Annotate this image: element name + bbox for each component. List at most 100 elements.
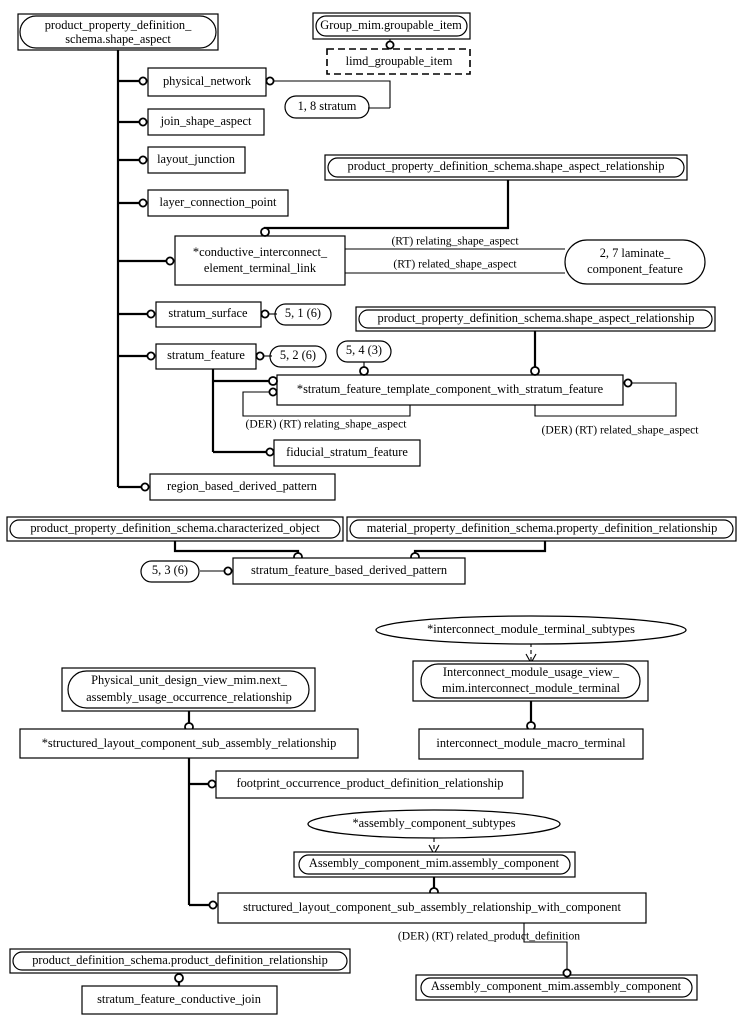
node-layout-junction[interactable]: layout_junction	[147, 146, 246, 174]
relationship-circle	[255, 351, 265, 361]
node-label: physical_network	[163, 74, 252, 88]
node-property-definition-relationship[interactable]: material_property_definition_schema.prop…	[346, 516, 737, 542]
edge-label-relating-shape-aspect: (RT) relating_shape_aspect	[391, 235, 519, 248]
node-label: region_based_derived_pattern	[167, 479, 317, 493]
diagram-svg: product_property_definition_ schema.shap…	[6, 12, 737, 1015]
node-label: 2, 7 laminate_	[600, 246, 671, 260]
node-characterized-object[interactable]: product_property_definition_schema.chara…	[6, 516, 344, 542]
relationship-circle	[207, 779, 217, 789]
node-label: interconnect_module_macro_terminal	[436, 736, 626, 750]
node-label: *assembly_component_subtypes	[352, 816, 515, 830]
node-limd-groupable-item[interactable]: limd_groupable_item	[326, 48, 471, 75]
node-label: Assembly_component_mim.assembly_componen…	[431, 979, 682, 993]
node-label: product_property_definition_schema.shape…	[348, 159, 665, 173]
node-label: product_property_definition_schema.shape…	[378, 311, 695, 325]
node-region-based-derived-pattern[interactable]: region_based_derived_pattern	[149, 473, 336, 501]
express-g-diagram-canvas: product_property_definition_ schema.shap…	[0, 0, 743, 1025]
node-stratum-feature[interactable]: stratum_feature	[155, 343, 257, 370]
node-label: layout_junction	[157, 152, 235, 166]
node-label: 5, 4 (3)	[346, 343, 382, 357]
node-label: join_shape_aspect	[160, 114, 252, 128]
node-page-ref-5-2-6[interactable]: 5, 2 (6)	[269, 345, 327, 368]
node-label: product_property_definition_schema.chara…	[30, 521, 320, 535]
node-label: stratum_surface	[168, 306, 248, 320]
edge-label-related-shape-aspect: (RT) related_shape_aspect	[393, 258, 517, 271]
relationship-circle	[359, 366, 369, 376]
node-label: Group_mim.groupable_item	[320, 18, 462, 32]
relationship-circle	[146, 309, 156, 319]
relationship-circle	[530, 366, 540, 376]
node-interconnect-module-terminal-subtypes[interactable]: *interconnect_module_terminal_subtypes	[375, 615, 687, 645]
relationship-circle	[165, 256, 175, 266]
node-label: element_terminal_link	[204, 261, 317, 275]
node-product-definition-relationship[interactable]: product_definition_schema.product_defini…	[9, 948, 351, 974]
node-page-ref-5-3-6[interactable]: 5, 3 (6)	[140, 560, 200, 583]
node-stratum-feature-template-component-with-stratum-feature[interactable]: *stratum_feature_template_component_with…	[276, 374, 624, 406]
node-label: mim.interconnect_module_terminal	[442, 681, 620, 695]
node-label: limd_groupable_item	[346, 54, 453, 68]
node-label: stratum_feature	[167, 348, 245, 362]
node-label: Interconnect_module_usage_view_	[443, 665, 620, 679]
relationship-circle	[623, 378, 633, 388]
relationship-circle	[174, 973, 184, 983]
relationship-circle	[260, 309, 270, 319]
node-label: product_property_definition_	[45, 18, 192, 32]
node-physical-unit-next-assembly-usage[interactable]: Physical_unit_design_view_mim.next_ asse…	[61, 667, 316, 712]
node-label: 5, 3 (6)	[152, 563, 188, 577]
node-page-ref-5-1-6[interactable]: 5, 1 (6)	[274, 303, 332, 326]
relationship-circle	[138, 76, 148, 86]
node-page-ref-stratum[interactable]: 1, 8 stratum	[284, 95, 370, 119]
relationship-circle	[208, 900, 218, 910]
relationship-circle	[138, 198, 148, 208]
node-interconnect-module-macro-terminal[interactable]: interconnect_module_macro_terminal	[418, 728, 644, 760]
node-label: 1, 8 stratum	[298, 99, 357, 113]
node-physical-network[interactable]: physical_network	[147, 67, 267, 97]
node-join-shape-aspect[interactable]: join_shape_aspect	[147, 108, 265, 136]
node-structured-layout-component-sub-assembly-relationship-with-component[interactable]: structured_layout_component_sub_assembly…	[217, 892, 647, 924]
node-layer-connection-point[interactable]: layer_connection_point	[147, 189, 289, 217]
node-label: fiducial_stratum_feature	[286, 445, 408, 459]
node-conductive-interconnect-element-terminal-link[interactable]: *conductive_interconnect_ element_termin…	[174, 235, 346, 286]
node-stratum-feature-based-derived-pattern[interactable]: stratum_feature_based_derived_pattern	[232, 557, 466, 585]
node-footprint-occurrence-product-definition-relationship[interactable]: footprint_occurrence_product_definition_…	[215, 770, 524, 799]
node-shape-aspect[interactable]: product_property_definition_ schema.shap…	[17, 13, 219, 51]
relationship-circle	[385, 40, 395, 50]
relationship-circle	[268, 376, 278, 386]
node-label: *stratum_feature_template_component_with…	[297, 382, 604, 396]
node-assembly-component-mim-top[interactable]: Assembly_component_mim.assembly_componen…	[293, 851, 576, 878]
node-label: assembly_usage_occurrence_relationship	[86, 690, 292, 704]
edge-label-der-rt-related-product-definition: (DER) (RT) related_product_definition	[398, 930, 580, 943]
node-label: Assembly_component_mim.assembly_componen…	[309, 856, 560, 870]
node-stratum-feature-conductive-join[interactable]: stratum_feature_conductive_join	[81, 985, 278, 1015]
node-interconnect-module-usage-view-terminal[interactable]: Interconnect_module_usage_view_ mim.inte…	[412, 660, 649, 702]
node-label: 5, 2 (6)	[280, 348, 316, 362]
node-label: material_property_definition_schema.prop…	[367, 521, 718, 535]
relationship-circle	[138, 155, 148, 165]
node-stratum-surface[interactable]: stratum_surface	[155, 301, 262, 328]
relationship-circle	[260, 227, 270, 237]
relationship-circle	[265, 76, 275, 86]
node-label: structured_layout_component_sub_assembly…	[243, 900, 621, 914]
edge-label-der-rt-relating-shape-aspect: (DER) (RT) relating_shape_aspect	[246, 418, 408, 431]
node-page-ref-laminate-component-feature[interactable]: 2, 7 laminate_ component_feature	[564, 239, 706, 285]
node-label: stratum_feature_conductive_join	[97, 992, 261, 1006]
node-label: Physical_unit_design_view_mim.next_	[91, 673, 288, 687]
node-fiducial-stratum-feature[interactable]: fiducial_stratum_feature	[273, 439, 421, 467]
node-assembly-component-subtypes[interactable]: *assembly_component_subtypes	[307, 809, 561, 839]
node-label: component_feature	[587, 262, 683, 276]
node-shape-aspect-relationship-lower[interactable]: product_property_definition_schema.shape…	[355, 306, 716, 332]
node-label: footprint_occurrence_product_definition_…	[236, 776, 503, 790]
node-label: schema.shape_aspect	[65, 32, 171, 46]
node-label: *conductive_interconnect_	[193, 245, 328, 259]
relationship-circle	[265, 447, 275, 457]
node-label: *structured_layout_component_sub_assembl…	[42, 736, 337, 750]
node-page-ref-5-4-3[interactable]: 5, 4 (3)	[336, 340, 392, 363]
node-label: *interconnect_module_terminal_subtypes	[427, 622, 635, 636]
node-assembly-component-mim-bottom[interactable]: Assembly_component_mim.assembly_componen…	[415, 974, 698, 1001]
node-group-mim-groupable-item[interactable]: Group_mim.groupable_item	[312, 12, 471, 40]
node-shape-aspect-relationship-upper[interactable]: product_property_definition_schema.shape…	[324, 154, 688, 181]
relationship-circle	[562, 968, 572, 978]
node-structured-layout-component-sub-assembly-relationship[interactable]: *structured_layout_component_sub_assembl…	[19, 728, 359, 759]
relationship-circle	[140, 482, 150, 492]
relationship-circle	[138, 117, 148, 127]
